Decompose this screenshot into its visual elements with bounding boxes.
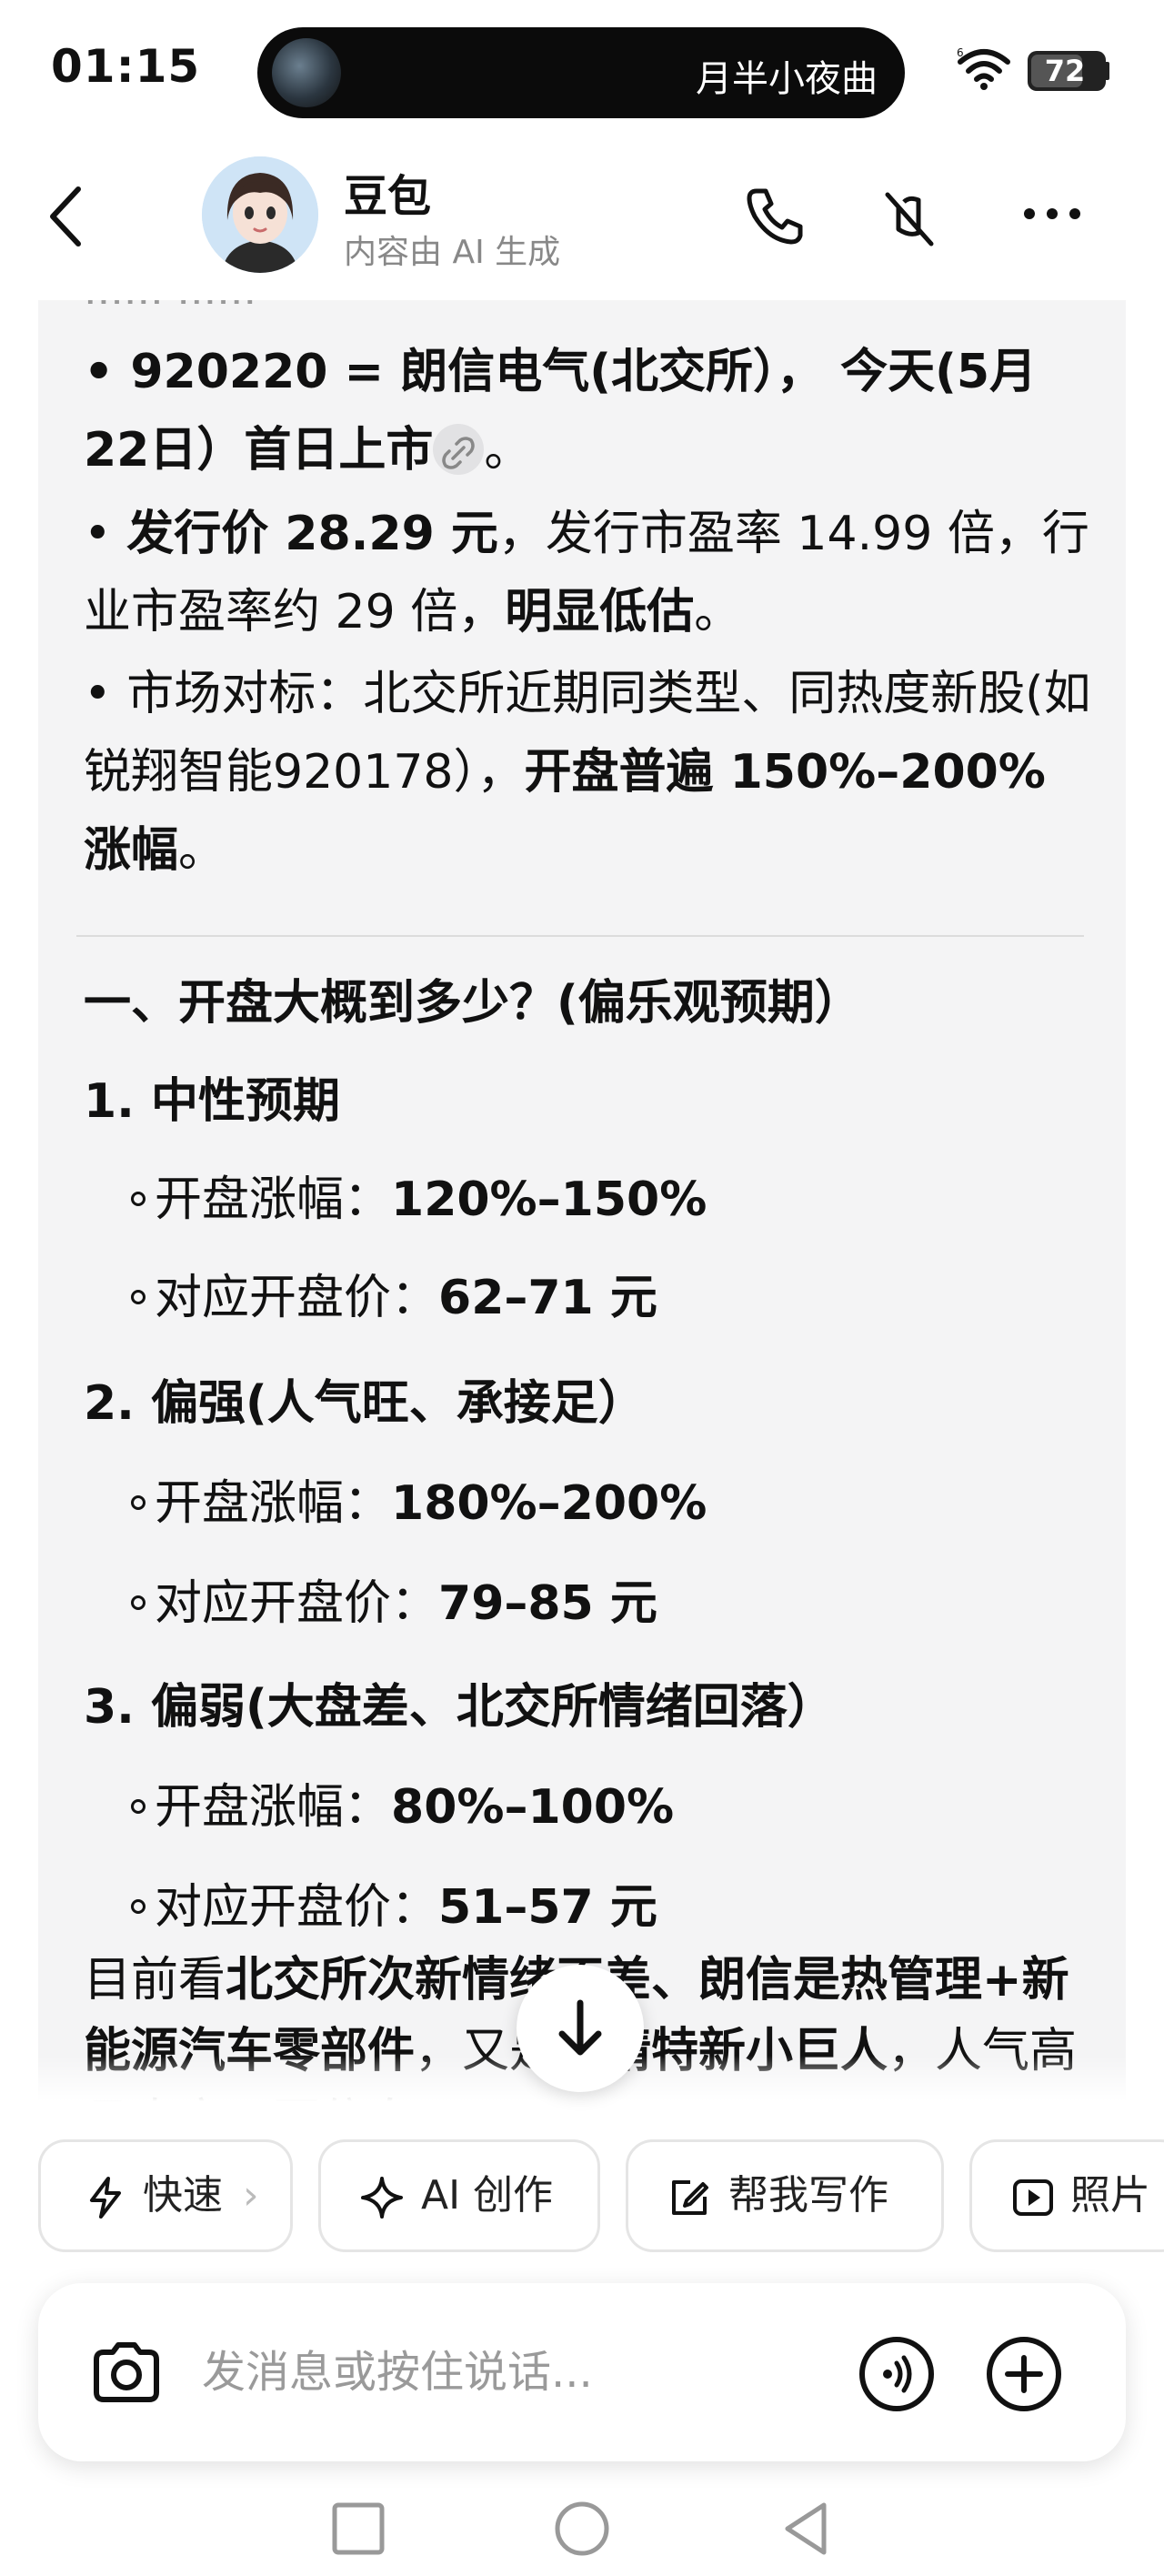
section-title: 一、开盘大概到多少？(偏乐观预期） <box>84 976 862 1031</box>
back-arrow-icon[interactable] <box>42 180 93 253</box>
price-value: 62–71 元 <box>438 1271 657 1325</box>
sparkle-icon <box>361 2177 403 2219</box>
scenario-title: 1. 中性预期 <box>84 1062 1093 1141</box>
avatar[interactable] <box>202 156 318 273</box>
bullet-listing-text: • 920220 = 朗信电气(北交所）， 今天(5月22日）首日上市 <box>84 345 1038 478</box>
play-icon <box>1013 2179 1053 2216</box>
chat-screen: 01:15 月半小夜曲 6 72 豆包 内容由 AI 生成 ······ ···… <box>0 0 1164 2576</box>
scenario-2-price: 对应开盘价：79–85 元 <box>131 1565 1040 1643</box>
chip-label: 照片 <box>1070 2172 1150 2219</box>
scenario-3-gain: 开盘涨幅：80%–100% <box>131 1768 1040 1846</box>
divider <box>76 935 1084 937</box>
punct: 。 <box>178 823 226 878</box>
chip-label: AI 创作 <box>421 2172 554 2219</box>
edit-icon <box>672 2180 708 2215</box>
price-value: 51–57 元 <box>438 1880 657 1935</box>
gain-label: 开盘涨幅： <box>155 1172 392 1227</box>
voice-call-icon[interactable] <box>857 2334 937 2414</box>
scenario-3-title: 3. 偏弱(大盘差、北交所情绪回落） <box>84 1680 835 1735</box>
speaker-off-icon[interactable] <box>873 180 946 253</box>
quick-chip-photo[interactable]: 照片 <box>969 2139 1164 2252</box>
battery-percent: 72 <box>1044 54 1086 88</box>
scenario-title: 3. 偏弱(大盘差、北交所情绪回落） <box>84 1668 1093 1746</box>
avatar-illustration <box>202 156 318 273</box>
camera-icon[interactable] <box>87 2334 166 2412</box>
scenario-title: 2. 偏强(人气旺、承接足） <box>84 1364 1093 1443</box>
recents-icon[interactable] <box>329 2500 387 2558</box>
punct: 。 <box>694 585 742 639</box>
assistant-message: ······ ······ • 920220 = 朗信电气(北交所）， 今天(5… <box>38 300 1126 2101</box>
system-nav-bar <box>0 2474 1164 2576</box>
bullet-benchmark: • 市场对标：北交所近期同类型、同热度新股(如锐翔智能920178），开盘普遍 … <box>84 655 1093 890</box>
price-label: 对应开盘价： <box>155 1271 439 1325</box>
lightning-icon <box>90 2177 121 2219</box>
punct: 。 <box>484 423 532 478</box>
message-composer <box>38 2283 1126 2461</box>
now-playing-island[interactable]: 月半小夜曲 <box>257 27 905 118</box>
chevron-right-icon: › <box>243 2172 259 2219</box>
gain-label: 开盘涨幅： <box>155 1780 392 1835</box>
quick-chip-fast[interactable]: 快速 › <box>38 2139 293 2252</box>
wifi-icon: 6 <box>957 47 1010 90</box>
circle-bullet <box>131 1495 146 1510</box>
gain-label: 开盘涨幅： <box>155 1476 392 1531</box>
arrow-down-icon <box>558 1999 602 2056</box>
scenario-1-title: 1. 中性预期 <box>84 1074 341 1129</box>
more-options-icon[interactable] <box>1020 200 1084 227</box>
bullet-listing: • 920220 = 朗信电气(北交所）， 今天(5月22日）首日上市。 <box>84 333 1093 489</box>
scenario-1-gain: 开盘涨幅：120%–150% <box>131 1161 1040 1239</box>
message-input[interactable] <box>202 2336 838 2409</box>
ai-generated-note: 内容由 AI 生成 <box>344 234 561 271</box>
phone-icon[interactable] <box>738 180 811 253</box>
back-nav-icon[interactable] <box>777 2500 835 2558</box>
closing-text: 目前看 <box>84 1953 226 2007</box>
status-bar: 01:15 月半小夜曲 6 72 <box>0 0 1164 136</box>
chip-label: 帮我写作 <box>728 2172 888 2219</box>
price-label: 对应开盘价： <box>155 1576 439 1631</box>
scenario-1-price: 对应开盘价：62–71 元 <box>131 1259 1040 1337</box>
scenario-2-gain: 开盘涨幅：180%–200% <box>131 1464 1040 1543</box>
circle-bullet <box>131 1290 146 1304</box>
circle-bullet <box>131 1192 146 1206</box>
scenario-2-title: 2. 偏强(人气旺、承接足） <box>84 1376 646 1431</box>
bullet-dot: • <box>84 507 127 561</box>
plus-icon[interactable] <box>984 2334 1064 2414</box>
bullet-price: • 发行价 28.29 元，发行市盈率 14.99 倍，行业市盈率约 29 倍，… <box>84 495 1093 651</box>
quick-chip-write[interactable]: 帮我写作 <box>626 2139 944 2252</box>
album-art <box>272 38 341 107</box>
clock: 01:15 <box>51 40 201 93</box>
circle-bullet <box>131 1899 146 1914</box>
battery-indicator: 72 <box>1028 51 1106 91</box>
battery-cap <box>1104 62 1109 80</box>
link-icon[interactable] <box>433 424 485 475</box>
now-playing-title: 月半小夜曲 <box>696 58 878 100</box>
undervalued-text: 明显低估 <box>505 585 695 639</box>
gain-value: 180%–200% <box>391 1476 707 1531</box>
chat-header: 豆包 内容由 AI 生成 <box>0 136 1164 300</box>
circle-bullet <box>131 1799 146 1814</box>
circle-bullet <box>131 1595 146 1610</box>
gain-value: 80%–100% <box>391 1780 675 1835</box>
issue-price: 发行价 28.29 元 <box>126 507 498 561</box>
scroll-to-bottom-button[interactable] <box>517 1965 644 2092</box>
price-label: 对应开盘价： <box>155 1880 439 1935</box>
price-value: 79–85 元 <box>438 1576 657 1631</box>
quick-action-bar: 快速 › AI 创作 帮我写作 照片 <box>0 2139 1164 2256</box>
home-icon[interactable] <box>553 2500 611 2558</box>
quick-chip-ai-create[interactable]: AI 创作 <box>318 2139 600 2252</box>
truncated-line: ······ ······ <box>84 300 257 326</box>
svg-text:6: 6 <box>957 47 964 59</box>
bot-name: 豆包 <box>344 171 432 222</box>
scenario-3-price: 对应开盘价：51–57 元 <box>131 1868 1040 1947</box>
chip-label: 快速 <box>143 2172 223 2219</box>
gain-value: 120%–150% <box>391 1172 707 1227</box>
